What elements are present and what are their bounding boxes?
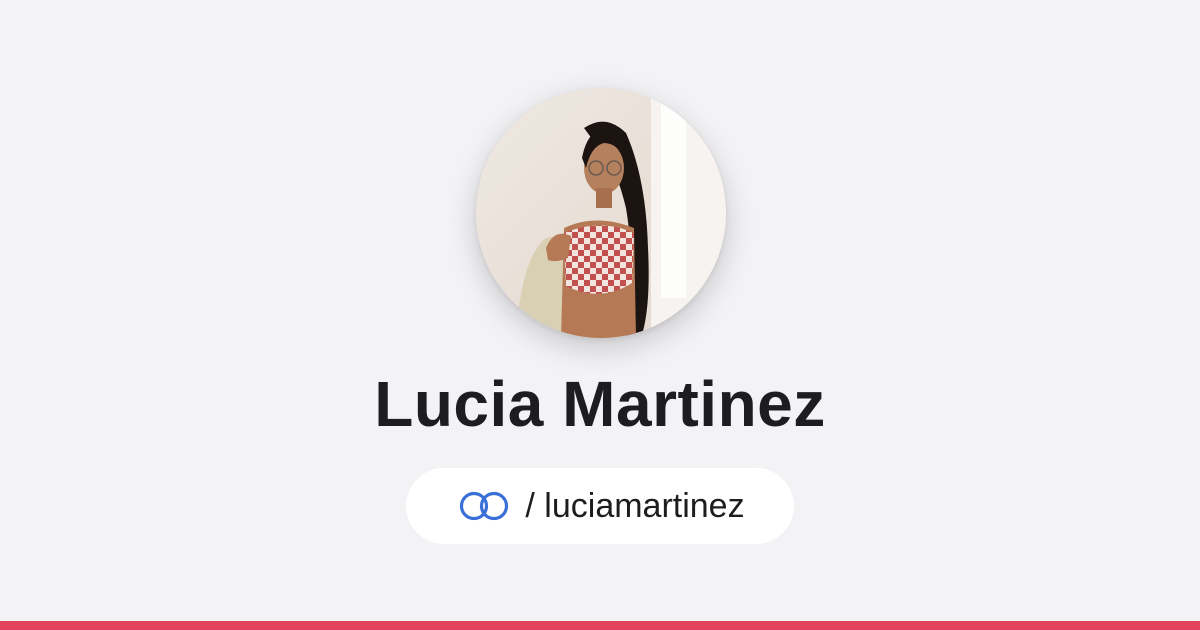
profile-handle-link[interactable]: / luciamartinez	[406, 468, 794, 544]
handle-username: luciamartinez	[544, 486, 745, 525]
accent-bar	[0, 621, 1200, 630]
linked-rings-icon	[455, 488, 513, 524]
profile-name: Lucia Martinez	[374, 368, 826, 440]
profile-photo-image	[476, 88, 726, 338]
handle-text: / luciamartinez	[525, 487, 744, 526]
profile-card: Lucia Martinez / luciamartinez	[0, 0, 1200, 630]
handle-prefix: /	[525, 486, 535, 525]
avatar[interactable]	[476, 88, 726, 338]
